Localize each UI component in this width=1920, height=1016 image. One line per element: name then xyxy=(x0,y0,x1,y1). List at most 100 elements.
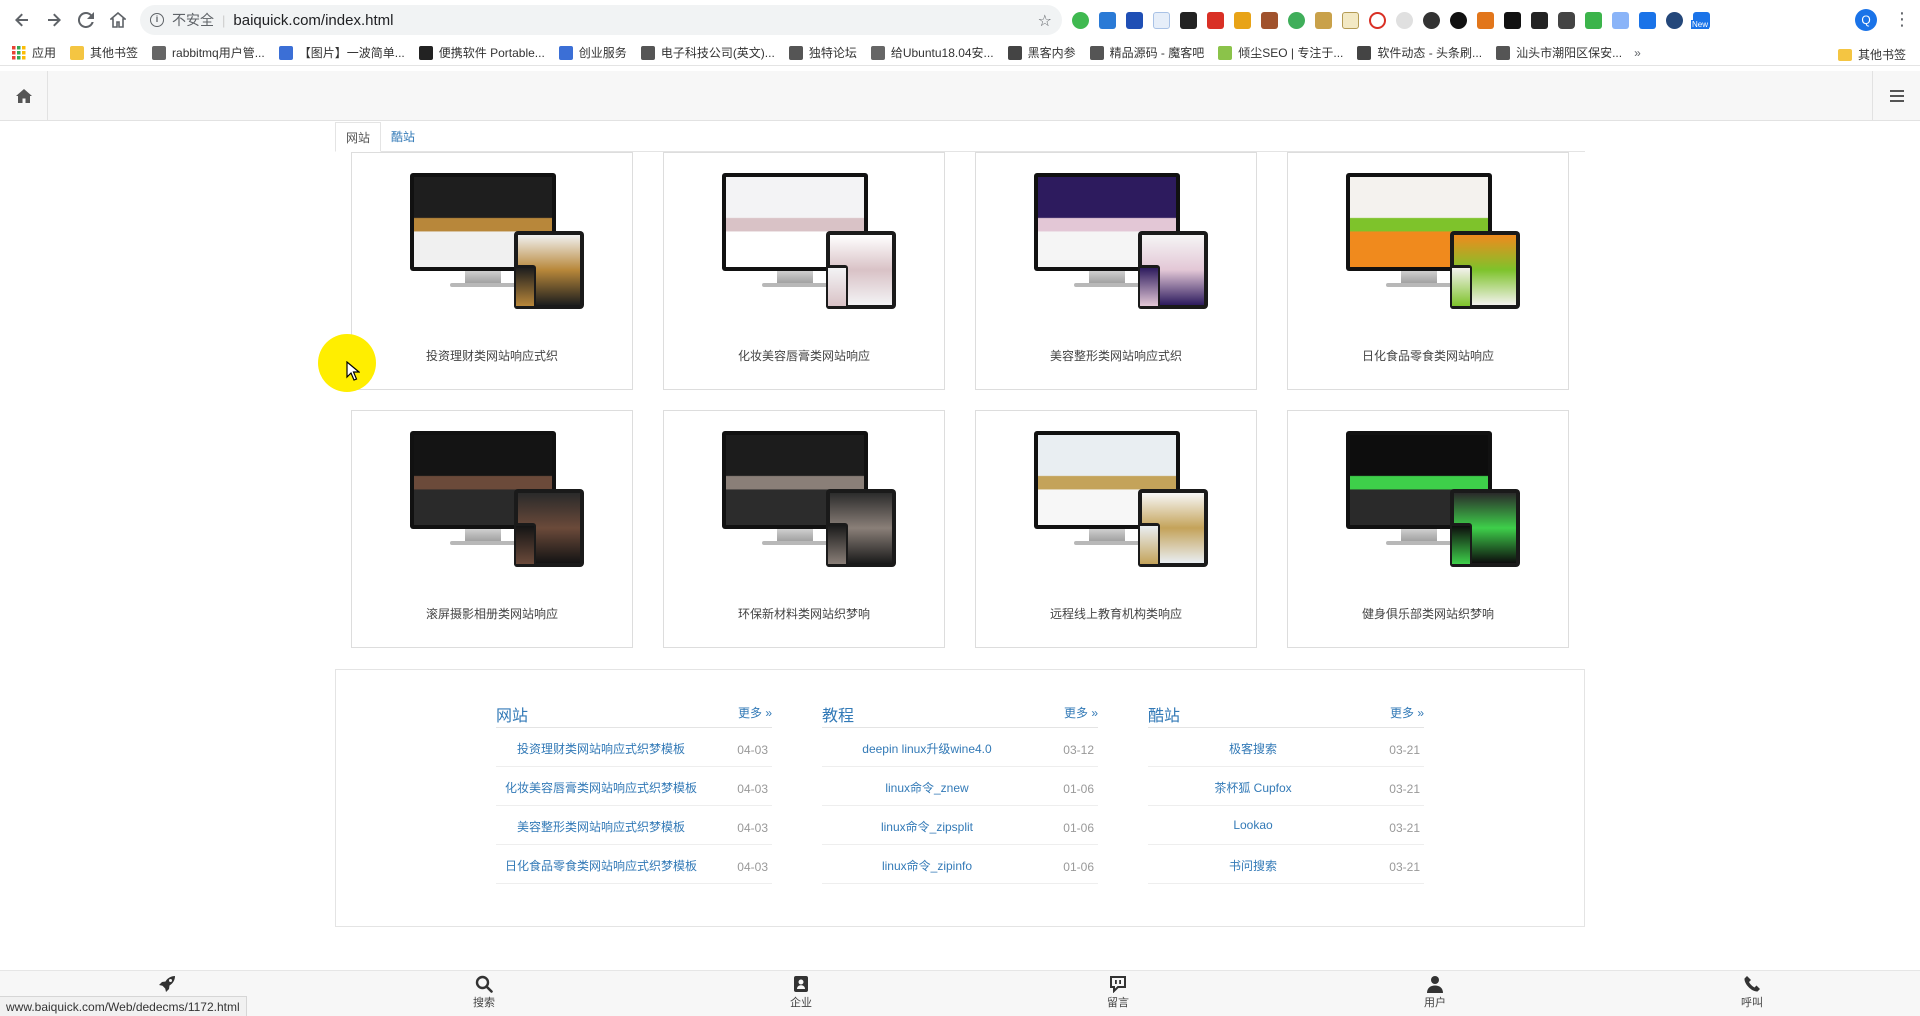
list-item-link[interactable]: 美容整形类网站响应式织梦模板 xyxy=(496,818,706,835)
extension-icon[interactable] xyxy=(1612,11,1629,29)
template-card-title[interactable]: 环保新材料类网站织梦响 xyxy=(664,605,944,622)
list-item-link[interactable]: Lookao xyxy=(1148,818,1358,832)
template-card-title[interactable]: 美容整形类网站响应式织 xyxy=(976,347,1256,364)
bookmark-item[interactable]: rabbitmq用户管... xyxy=(152,44,265,61)
tab-website[interactable]: 网站 xyxy=(335,122,382,152)
back-arrow-icon[interactable] xyxy=(8,6,36,34)
bookmark-item[interactable]: 其他书签 xyxy=(70,44,138,61)
extension-icon[interactable] xyxy=(1558,11,1575,29)
profile-avatar[interactable]: Q xyxy=(1855,9,1877,31)
template-preview-image[interactable] xyxy=(722,431,897,571)
extension-icon[interactable] xyxy=(1342,11,1359,29)
extension-icon[interactable] xyxy=(1207,11,1224,29)
extension-icon[interactable] xyxy=(1639,11,1656,29)
extension-icon[interactable] xyxy=(1585,11,1602,29)
bookmark-item[interactable]: 独特论坛 xyxy=(788,44,857,61)
list-item-link[interactable]: 日化食品零食类网站响应式织梦模板 xyxy=(496,857,706,874)
bookmark-star-icon[interactable]: ☆ xyxy=(1038,11,1052,31)
browser-menu-icon[interactable]: ⋮ xyxy=(1893,8,1911,30)
extension-icon[interactable] xyxy=(1450,11,1467,29)
bookmarks-overflow-chevron[interactable]: » xyxy=(1634,46,1641,60)
bookmark-item[interactable]: 给Ubuntu18.04安... xyxy=(870,44,994,61)
template-card-title[interactable]: 滚屏摄影相册类网站响应 xyxy=(352,605,632,622)
template-card[interactable]: 美容整形类网站响应式织 xyxy=(975,152,1257,390)
extension-icon[interactable] xyxy=(1072,11,1089,29)
list-item-link[interactable]: linux命令_zipinfo xyxy=(822,857,1032,874)
forward-arrow-icon[interactable] xyxy=(40,6,68,34)
site-info-icon[interactable]: i xyxy=(150,13,164,27)
extension-icon[interactable] xyxy=(1504,11,1521,29)
bookmark-item[interactable]: 应用 xyxy=(12,44,56,61)
bookmark-item[interactable]: 电子科技公司(英文)... xyxy=(640,44,775,61)
extension-icon[interactable] xyxy=(1423,11,1440,29)
extension-icon[interactable] xyxy=(1477,11,1494,29)
tab-cool-sites[interactable]: 酷站 xyxy=(381,122,425,152)
list-item-link[interactable]: deepin linux升级wine4.0 xyxy=(822,740,1032,757)
extension-icon[interactable] xyxy=(1153,11,1170,29)
template-card-title[interactable]: 投资理财类网站响应式织 xyxy=(352,347,632,364)
bottom-nav-call[interactable]: 呼叫 xyxy=(1722,975,1782,1010)
extension-icon[interactable]: New xyxy=(1691,11,1710,29)
list-item-link[interactable]: 极客搜索 xyxy=(1148,740,1358,757)
bottom-nav-search[interactable]: 搜索 xyxy=(454,975,514,1010)
template-card[interactable]: 环保新材料类网站织梦响 xyxy=(663,410,945,648)
reload-icon[interactable] xyxy=(72,6,100,34)
template-card[interactable]: 化妆美容唇膏类网站响应 xyxy=(663,152,945,390)
list-item-link[interactable]: 茶杯狐 Cupfox xyxy=(1148,779,1358,796)
template-card[interactable]: 日化食品零食类网站响应 xyxy=(1287,152,1569,390)
template-preview-image[interactable] xyxy=(1346,431,1521,571)
template-card-title[interactable]: 化妆美容唇膏类网站响应 xyxy=(664,347,944,364)
bookmark-item[interactable]: 创业服务 xyxy=(558,44,627,61)
list-column-title[interactable]: 教程 xyxy=(822,702,854,726)
bookmark-item[interactable]: 精品源码 - 魔客吧 xyxy=(1089,44,1204,61)
extension-icon[interactable] xyxy=(1099,11,1116,29)
list-item-link[interactable]: 投资理财类网站响应式织梦模板 xyxy=(496,740,706,757)
url-text[interactable]: baiquick.com/index.html xyxy=(233,12,393,29)
template-preview-image[interactable] xyxy=(1034,431,1209,571)
template-preview-image[interactable] xyxy=(1346,173,1521,313)
template-preview-image[interactable] xyxy=(410,173,585,313)
list-item-link[interactable]: 书问搜索 xyxy=(1148,857,1358,874)
template-card-title[interactable]: 远程线上教育机构类响应 xyxy=(976,605,1256,622)
extension-icon[interactable] xyxy=(1288,11,1305,29)
list-item-link[interactable]: 化妆美容唇膏类网站响应式织梦模板 xyxy=(496,779,706,796)
template-card[interactable]: 健身俱乐部类网站织梦响 xyxy=(1287,410,1569,648)
extension-icon[interactable] xyxy=(1234,11,1251,29)
list-item-link[interactable]: linux命令_zipsplit xyxy=(822,818,1032,835)
bottom-nav-user[interactable]: 用户 xyxy=(1405,975,1465,1010)
extension-icon[interactable] xyxy=(1126,11,1143,29)
template-preview-image[interactable] xyxy=(1034,173,1209,313)
site-menu-button[interactable] xyxy=(1872,71,1920,121)
address-bar[interactable]: i 不安全 | baiquick.com/index.html ☆ xyxy=(140,5,1062,35)
bookmark-item[interactable]: 便携软件 Portable... xyxy=(418,44,545,61)
extension-icon[interactable] xyxy=(1180,11,1197,29)
extension-icon[interactable] xyxy=(1396,11,1413,29)
template-preview-image[interactable] xyxy=(722,173,897,313)
list-item-link[interactable]: linux命令_znew xyxy=(822,779,1032,796)
bookmark-item[interactable]: 软件动态 - 头条刷... xyxy=(1357,44,1482,61)
home-icon[interactable] xyxy=(104,6,132,34)
list-column-title[interactable]: 网站 xyxy=(496,702,528,726)
template-preview-image[interactable] xyxy=(410,431,585,571)
bottom-nav-message[interactable]: 留言 xyxy=(1088,975,1148,1010)
template-card[interactable]: 滚屏摄影相册类网站响应 xyxy=(351,410,633,648)
bookmark-item[interactable]: 黑客内参 xyxy=(1007,44,1076,61)
more-link[interactable]: 更多 » xyxy=(1390,704,1424,721)
extension-icon[interactable] xyxy=(1315,11,1332,29)
bookmark-item[interactable]: 倾尘SEO | 专注于... xyxy=(1218,44,1343,61)
extension-icon[interactable] xyxy=(1666,11,1683,29)
list-column-title[interactable]: 酷站 xyxy=(1148,702,1180,726)
more-link[interactable]: 更多 » xyxy=(738,704,772,721)
other-bookmarks-folder[interactable]: 其他书签 xyxy=(1837,46,1906,63)
bottom-nav-top[interactable] xyxy=(137,975,197,994)
extension-icon[interactable] xyxy=(1261,11,1278,29)
bookmark-item[interactable]: 【图片】一波简单... xyxy=(278,44,405,61)
site-home-button[interactable] xyxy=(0,71,48,121)
bottom-nav-company[interactable]: 企业 xyxy=(771,975,831,1010)
bookmark-item[interactable]: 汕头市潮阳区保安... xyxy=(1496,44,1622,61)
template-card-title[interactable]: 日化食品零食类网站响应 xyxy=(1288,347,1568,364)
template-card-title[interactable]: 健身俱乐部类网站织梦响 xyxy=(1288,605,1568,622)
more-link[interactable]: 更多 » xyxy=(1064,704,1098,721)
template-card[interactable]: 投资理财类网站响应式织 xyxy=(351,152,633,390)
extension-icon[interactable] xyxy=(1369,11,1386,29)
